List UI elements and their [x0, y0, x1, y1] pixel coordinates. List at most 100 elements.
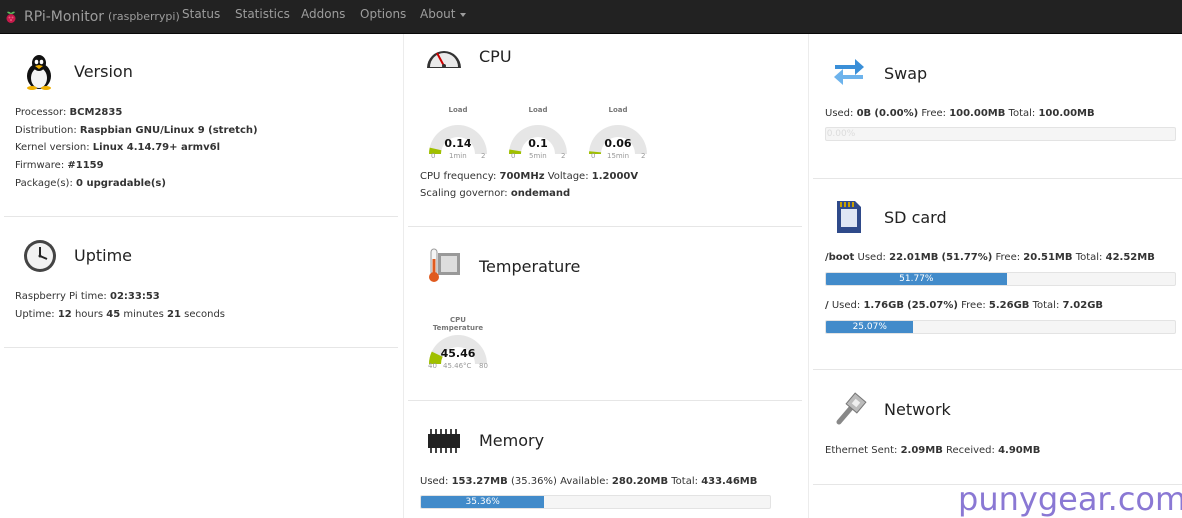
swap-arrows-icon — [834, 59, 864, 85]
column-divider — [403, 34, 404, 518]
rpi-time-label: Raspberry Pi time: — [15, 291, 107, 302]
uptime-seconds: 21 — [167, 309, 181, 320]
kernel-value: Linux 4.14.79+ armv6l — [92, 142, 221, 153]
boot-used-percent: (51.77%) — [941, 252, 993, 263]
root-used-percent: (25.07%) — [907, 300, 958, 311]
scaling-governor-row: Scaling governor: ondemand — [420, 188, 570, 199]
uptime-seconds-unit: seconds — [184, 309, 226, 320]
caret-down-icon — [460, 12, 467, 17]
boot-used-label: Used: — [857, 252, 886, 263]
brand-title: RPi-Monitor — [24, 8, 105, 25]
gauge-max: 2 — [561, 152, 566, 160]
clock-icon — [24, 240, 56, 272]
memory-available-value: 280.20MB — [611, 476, 669, 487]
nav-status[interactable]: Status — [182, 0, 220, 33]
packages-value: 0 upgradable(s) — [76, 178, 166, 189]
gauge-min: 40 — [428, 362, 437, 370]
scaling-governor-value: ondemand — [510, 188, 571, 199]
uptime-row: Uptime: 12 hours 45 minutes 21 seconds — [15, 309, 225, 320]
gauge-sublabel: 5min — [529, 152, 547, 160]
ethernet-received-value: 4.90MB — [998, 445, 1041, 456]
nav-options[interactable]: Options — [360, 0, 406, 33]
gauge-label: Load — [608, 106, 628, 114]
ethernet-sent-label: Ethernet Sent: — [825, 445, 898, 456]
boot-partition-row: /boot Used: 22.01MB (51.77%) Free: 20.51… — [825, 252, 1155, 263]
gauge-max: 2 — [481, 152, 486, 160]
brand-link[interactable]: RPi-Monitor (raspberrypi) — [4, 0, 180, 33]
memory-progress-text: 35.36% — [465, 497, 500, 507]
memory-used-value: 153.27MB — [451, 476, 508, 487]
gauge-value: 0.1 — [528, 137, 548, 150]
swap-title: Swap — [884, 64, 928, 83]
boot-free-value: 20.51MB — [1023, 252, 1073, 263]
version-title: Version — [74, 62, 133, 81]
uptime-minutes: 45 — [106, 309, 121, 320]
memory-panel: Memory Used: 153.27MB (35.36%) Available… — [408, 401, 802, 518]
memory-title: Memory — [479, 431, 545, 450]
memory-used-percent: (35.36%) — [510, 476, 557, 487]
firmware-label: Firmware: — [15, 160, 65, 171]
gauge-value: 0.14 — [444, 137, 472, 150]
cpu-voltage-label: Voltage: — [547, 171, 589, 182]
nav-statistics[interactable]: Statistics — [235, 0, 290, 33]
rpi-time-row: Raspberry Pi time: 02:33:53 — [15, 291, 160, 302]
boot-mount: /boot — [825, 252, 855, 263]
speedometer-icon — [427, 51, 461, 68]
boot-used-value: 22.01MB — [889, 252, 939, 263]
gauge-label: Load — [448, 106, 468, 114]
gauge-min: 0 — [591, 152, 596, 160]
load-15min-gauge: Load 0.06 0 15min 2 — [587, 106, 657, 168]
root-used-value: 1.76GB — [863, 300, 904, 311]
gauge-value: 45.46 — [440, 347, 476, 360]
swap-panel: Swap Used: 0B (0.00%) Free: 100.00MB Tot… — [813, 34, 1182, 179]
navbar: RPi-Monitor (raspberrypi) Status Statist… — [0, 0, 1182, 34]
memory-available-label: Available: — [560, 476, 609, 487]
root-progress-text: 25.07% — [852, 322, 887, 332]
root-progress-bar: 25.07% — [825, 320, 1176, 334]
uptime-title: Uptime — [74, 246, 133, 265]
gauge-value: 0.06 — [604, 137, 632, 150]
distribution-value: Raspbian GNU/Linux 9 (stretch) — [79, 125, 258, 136]
boot-free-label: Free: — [995, 252, 1021, 263]
version-panel: Version Processor: BCM2835 Distribution:… — [4, 34, 398, 217]
boot-total-value: 42.52MB — [1105, 252, 1155, 263]
ethernet-cable-icon — [836, 392, 867, 425]
rpi-time-value: 02:33:53 — [109, 291, 160, 302]
cpu-title: CPU — [479, 47, 512, 66]
kernel-label: Kernel version: — [15, 142, 90, 153]
root-free-value: 5.26GB — [988, 300, 1030, 311]
swap-free-label: Free: — [921, 108, 946, 119]
scaling-governor-label: Scaling governor: — [420, 188, 508, 199]
cpu-frequency-value: 700MHz — [499, 171, 545, 182]
firmware-value: #1159 — [67, 160, 104, 171]
nav-about-dropdown[interactable]: About — [420, 0, 467, 33]
boot-total-label: Total: — [1075, 252, 1103, 263]
cpu-panel: CPU Load 0.14 0 1min 2 Load 0.1 0 5min 2… — [408, 34, 802, 227]
root-partition-row: / Used: 1.76GB (25.07%) Free: 5.26GB Tot… — [825, 300, 1103, 311]
brand-hostname: (raspberrypi) — [108, 10, 180, 23]
column-divider — [808, 34, 809, 518]
thermometer-chip-icon — [429, 248, 460, 282]
memory-chip-icon — [428, 429, 460, 453]
nav-about-label: About — [420, 7, 456, 21]
uptime-hours: 12 — [57, 309, 72, 320]
swap-progress-text: 0.00% — [826, 129, 856, 139]
swap-total-value: 100.00MB — [1038, 108, 1095, 119]
uptime-minutes-unit: minutes — [123, 309, 164, 320]
tux-penguin-icon — [27, 55, 51, 90]
sd-card-icon — [837, 201, 861, 233]
gauge-max: 2 — [641, 152, 646, 160]
swap-used-value: 0B — [856, 108, 872, 119]
swap-progress-bar: 0.00% — [825, 127, 1176, 141]
root-total-value: 7.02GB — [1062, 300, 1104, 311]
network-panel: Network Ethernet Sent: 2.09MB Received: … — [813, 370, 1182, 485]
load-1min-gauge: Load 0.14 0 1min 2 — [427, 106, 497, 168]
uptime-label: Uptime: — [15, 309, 55, 320]
memory-used-label: Used: — [420, 476, 449, 487]
sd-card-panel: SD card /boot Used: 22.01MB (51.77%) Fre… — [813, 179, 1182, 370]
swap-used-percent: (0.00%) — [874, 108, 919, 119]
processor-value: BCM2835 — [69, 107, 123, 118]
nav-addons[interactable]: Addons — [301, 0, 345, 33]
cpu-frequency-row: CPU frequency: 700MHz Voltage: 1.2000V — [420, 171, 638, 182]
gauge-sublabel: 45.46°C — [443, 362, 472, 370]
